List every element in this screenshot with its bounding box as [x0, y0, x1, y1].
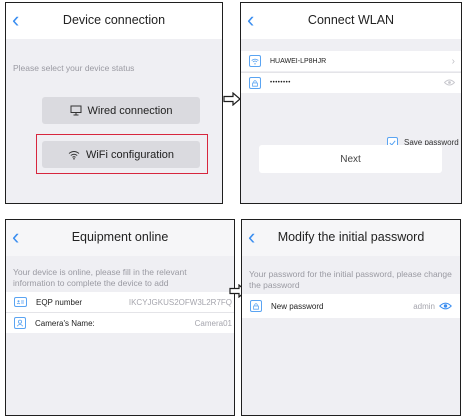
next-button[interactable]: Next	[259, 145, 442, 173]
navbar: ‹ Connect WLAN	[241, 3, 461, 39]
new-password-label: New password	[271, 301, 324, 311]
instruction-text: Your password for the initial password, …	[249, 269, 452, 290]
page-title: Device connection	[62, 13, 166, 27]
ssid-value: HUAWEI-LP8HJR	[270, 57, 327, 65]
page-title: Equipment online	[71, 230, 169, 244]
wifi-configuration-label: WiFi configuration	[85, 148, 175, 161]
navbar: ‹ Equipment online	[6, 220, 234, 256]
navbar: ‹ Device connection	[6, 3, 222, 39]
camera-name-input[interactable]: Camera01	[195, 319, 232, 328]
eqp-number-value: IKCYJGKUS2OFW3L2R7FQ	[128, 297, 232, 307]
lock-icon	[249, 77, 261, 89]
user-icon	[14, 317, 26, 329]
next-label: Next	[340, 153, 361, 165]
new-password-row[interactable]: New password admin	[242, 294, 460, 318]
new-password-input[interactable]: admin	[413, 302, 435, 311]
id-card-icon	[14, 297, 27, 307]
page-title: Connect WLAN	[307, 13, 395, 27]
equipment-online-screen: ‹ Equipment online Your device is online…	[5, 219, 235, 416]
camera-name-row[interactable]: Camera's Name: Camera01	[6, 313, 234, 333]
wired-connection-label: Wired connection	[87, 104, 173, 117]
chevron-right-icon[interactable]: ›	[452, 56, 455, 67]
lock-icon	[250, 300, 262, 312]
navbar: ‹ Modify the initial password	[242, 220, 460, 256]
ssid-row[interactable]: HUAWEI-LP8HJR ›	[241, 51, 461, 71]
eqp-number-row: EQP number IKCYJGKUS2OFW3L2R7FQ	[6, 292, 234, 312]
monitor-icon	[70, 105, 82, 116]
camera-name-label: Camera's Name:	[35, 318, 95, 328]
password-input[interactable]: ••••••••	[270, 80, 291, 86]
instruction-text: Please select your device status	[13, 63, 135, 73]
wifi-icon	[249, 55, 261, 67]
modify-password-screen: ‹ Modify the initial password Your passw…	[241, 219, 461, 416]
instruction-text: Your device is online, please fill in th…	[13, 267, 187, 288]
device-connection-screen: ‹ Device connection Please select your d…	[5, 2, 223, 204]
password-row[interactable]: ••••••••	[241, 73, 461, 93]
arrow-right-icon	[223, 92, 241, 106]
eye-icon[interactable]	[439, 302, 452, 310]
page-title: Modify the initial password	[277, 230, 425, 244]
wifi-configuration-button[interactable]: WiFi configuration	[42, 141, 200, 168]
wired-connection-button[interactable]: Wired connection	[42, 97, 200, 124]
eqp-number-label: EQP number	[36, 297, 83, 307]
eye-icon[interactable]	[443, 79, 456, 88]
wifi-icon	[68, 150, 80, 160]
connect-wlan-screen: ‹ Connect WLAN HUAWEI-LP8HJR › •••••••• …	[240, 2, 462, 204]
